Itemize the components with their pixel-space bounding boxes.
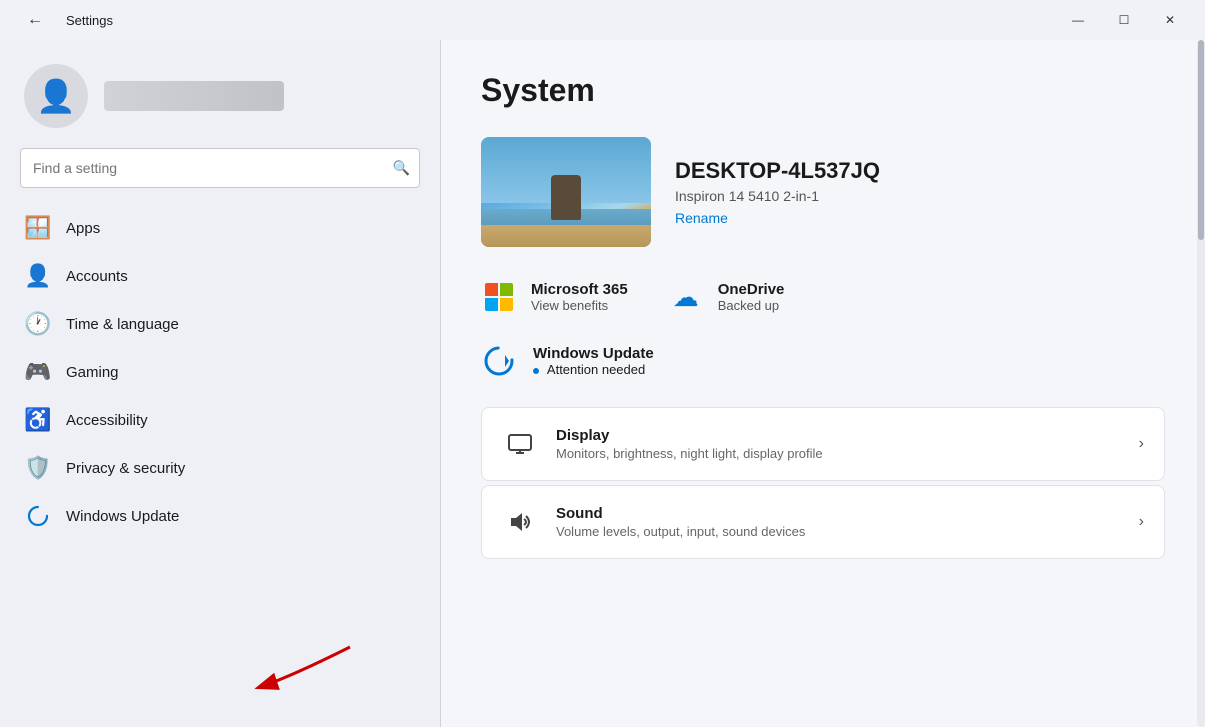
device-image — [481, 137, 651, 247]
windows-update-card[interactable]: Windows Update Attention needed — [481, 343, 1165, 379]
display-chevron: › — [1139, 435, 1144, 453]
sound-card[interactable]: Sound Volume levels, output, input, soun… — [481, 485, 1165, 559]
onedrive-item[interactable]: ☁ OneDrive Backed up — [668, 279, 785, 315]
nav-label-windows-update: Windows Update — [66, 508, 179, 525]
avatar: 👤 — [24, 64, 88, 128]
sidebar-item-accounts[interactable]: 👤 Accounts — [8, 252, 432, 300]
onedrive-text: OneDrive Backed up — [718, 281, 785, 313]
nav-label-gaming: Gaming — [66, 364, 119, 381]
sound-sub: Volume levels, output, input, sound devi… — [556, 524, 1139, 539]
sidebar-item-windows-update[interactable]: Windows Update — [8, 492, 432, 540]
onedrive-icon: ☁ — [668, 279, 704, 315]
onedrive-sub: Backed up — [718, 298, 785, 313]
device-rename-link[interactable]: Rename — [675, 210, 880, 226]
scrollbar-thumb[interactable] — [1198, 40, 1204, 240]
ms365-sub: View benefits — [531, 298, 628, 313]
display-sub: Monitors, brightness, night light, displ… — [556, 446, 1139, 461]
sidebar-item-accessibility[interactable]: ♿ Accessibility — [8, 396, 432, 444]
nav-label-apps: Apps — [66, 220, 100, 237]
display-title: Display — [556, 427, 1139, 444]
sound-icon — [502, 504, 538, 540]
services-row: Microsoft 365 View benefits ☁ OneDrive B… — [481, 279, 1165, 315]
sidebar-item-time-language[interactable]: 🕐 Time & language — [8, 300, 432, 348]
sound-chevron: › — [1139, 513, 1144, 531]
display-card[interactable]: Display Monitors, brightness, night ligh… — [481, 407, 1165, 481]
update-dot — [533, 368, 539, 374]
page-title: System — [481, 72, 1165, 109]
search-input[interactable] — [20, 148, 420, 188]
update-sync-icon — [481, 343, 517, 379]
main-content: System DESKTOP-4L537JQ Inspiron 14 5410 … — [441, 40, 1205, 727]
app-window: 👤 🔍 🪟 Apps 👤 Accounts 🕐 Time & language … — [0, 40, 1205, 727]
update-title: Windows Update — [533, 345, 654, 362]
search-box: 🔍 — [20, 148, 420, 188]
back-button[interactable]: ← — [12, 4, 58, 36]
nav-items: 🪟 Apps 👤 Accounts 🕐 Time & language 🎮 Ga… — [0, 204, 440, 540]
apps-icon: 🪟 — [24, 214, 52, 242]
app-title: Settings — [66, 13, 113, 28]
close-button[interactable]: ✕ — [1147, 4, 1193, 36]
update-info: Windows Update Attention needed — [533, 345, 654, 377]
time-icon: 🕐 — [24, 310, 52, 338]
nav-label-accounts: Accounts — [66, 268, 128, 285]
minimize-button[interactable]: — — [1055, 4, 1101, 36]
username-bar — [104, 81, 284, 111]
nav-label-time-language: Time & language — [66, 316, 179, 333]
window-controls: — ☐ ✕ — [1055, 4, 1193, 36]
sidebar-item-apps[interactable]: 🪟 Apps — [8, 204, 432, 252]
onedrive-name: OneDrive — [718, 281, 785, 298]
gaming-icon: 🎮 — [24, 358, 52, 386]
user-icon: 👤 — [36, 77, 76, 115]
ms365-icon — [481, 279, 517, 315]
maximize-button[interactable]: ☐ — [1101, 4, 1147, 36]
device-name: DESKTOP-4L537JQ — [675, 158, 880, 184]
windows-update-nav-icon — [24, 502, 52, 530]
display-text: Display Monitors, brightness, night ligh… — [556, 427, 1139, 461]
ms365-text: Microsoft 365 View benefits — [531, 281, 628, 313]
sound-title: Sound — [556, 505, 1139, 522]
accessibility-icon: ♿ — [24, 406, 52, 434]
profile-section: 👤 — [0, 40, 440, 148]
device-info: DESKTOP-4L537JQ Inspiron 14 5410 2-in-1 … — [675, 158, 880, 226]
device-card: DESKTOP-4L537JQ Inspiron 14 5410 2-in-1 … — [481, 137, 1165, 247]
nav-label-privacy-security: Privacy & security — [66, 460, 185, 477]
sidebar: 👤 🔍 🪟 Apps 👤 Accounts 🕐 Time & language … — [0, 40, 440, 727]
display-icon — [502, 426, 538, 462]
privacy-icon: 🛡️ — [24, 454, 52, 482]
search-icon: 🔍 — [393, 160, 410, 177]
scrollbar-track — [1197, 40, 1205, 727]
sidebar-item-gaming[interactable]: 🎮 Gaming — [8, 348, 432, 396]
microsoft365-item[interactable]: Microsoft 365 View benefits — [481, 279, 628, 315]
titlebar: ← Settings — ☐ ✕ — [0, 0, 1205, 40]
ms365-name: Microsoft 365 — [531, 281, 628, 298]
nav-label-accessibility: Accessibility — [66, 412, 148, 429]
accounts-icon: 👤 — [24, 262, 52, 290]
sidebar-item-privacy-security[interactable]: 🛡️ Privacy & security — [8, 444, 432, 492]
update-status-text: Attention needed — [547, 362, 645, 377]
cloud-icon: ☁ — [673, 282, 699, 313]
update-status: Attention needed — [533, 362, 654, 377]
device-model: Inspiron 14 5410 2-in-1 — [675, 188, 880, 204]
sound-text: Sound Volume levels, output, input, soun… — [556, 505, 1139, 539]
